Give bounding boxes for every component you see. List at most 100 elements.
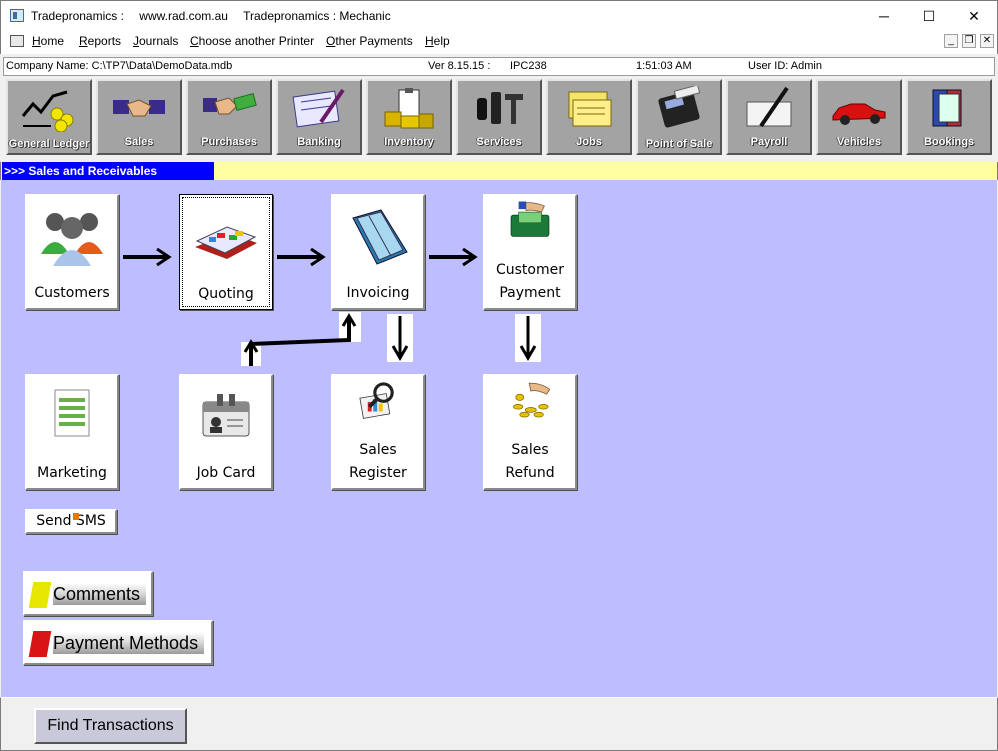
spreadsheet-icon bbox=[54, 389, 90, 437]
handshake-icon bbox=[113, 99, 165, 117]
bookings-button[interactable]: Bookings bbox=[906, 79, 992, 155]
section-header: >>> Sales and Receivables bbox=[0, 162, 998, 180]
mdi-restore-button[interactable]: ❐ bbox=[962, 34, 976, 48]
vehicles-label: Vehicles bbox=[836, 136, 882, 148]
arrow-quoting-to-invoicing bbox=[277, 247, 326, 267]
workflow-panel: Customers Quoting Invoicing Customer Pay… bbox=[1, 180, 997, 697]
job-card-label: Job Card bbox=[196, 465, 256, 481]
card-terminal-icon bbox=[658, 86, 701, 128]
red-flag-icon bbox=[28, 631, 52, 657]
clock: 1:51:03 AM bbox=[636, 60, 692, 72]
menu-home[interactable]: Home bbox=[32, 34, 64, 48]
footer-bar: Find Transactions bbox=[0, 697, 998, 751]
cheque-pen-icon bbox=[292, 88, 345, 128]
sms-icon bbox=[73, 513, 79, 520]
section-title: >>> Sales and Receivables bbox=[2, 162, 214, 180]
services-button[interactable]: Services bbox=[456, 79, 542, 155]
general-ledger-button[interactable]: General Ledger bbox=[6, 79, 92, 155]
inventory-label: Inventory bbox=[384, 136, 434, 148]
sales-button[interactable]: Sales bbox=[96, 79, 182, 155]
machine-name: IPC238 bbox=[510, 60, 547, 72]
maximize-button[interactable]: ☐ bbox=[906, 1, 952, 31]
arrow-invoicing-to-payment bbox=[429, 247, 478, 267]
services-label: Services bbox=[476, 136, 522, 148]
banking-label: Banking bbox=[297, 136, 341, 148]
handshake-money-icon bbox=[203, 93, 257, 115]
ledger-chart-icon bbox=[21, 90, 74, 132]
open-book-icon bbox=[352, 209, 408, 265]
menu-help[interactable]: Help bbox=[425, 34, 450, 48]
magnifier-register-icon bbox=[359, 382, 394, 419]
general-ledger-label: General Ledger bbox=[8, 138, 90, 150]
books-icon bbox=[932, 89, 962, 127]
menu-other-payments[interactable]: Other Payments bbox=[326, 34, 413, 48]
send-sms-label: Send SMS bbox=[36, 513, 106, 529]
title-app: Tradepronamics : bbox=[31, 9, 124, 23]
find-transactions-button[interactable]: Find Transactions bbox=[34, 708, 187, 744]
quote-book-icon bbox=[195, 226, 257, 259]
inventory-button[interactable]: Inventory bbox=[366, 79, 452, 155]
title-module: Tradepronamics : Mechanic bbox=[243, 9, 391, 23]
jobs-button[interactable]: Jobs bbox=[546, 79, 632, 155]
title-url: www.rad.com.au bbox=[139, 9, 228, 23]
yellow-flag-icon bbox=[28, 582, 52, 608]
info-bar: Company Name: C:\TP7\Data\DemoData.mdb V… bbox=[3, 57, 995, 76]
invoicing-tile[interactable]: Invoicing bbox=[331, 194, 425, 310]
customer-payment-tile[interactable]: Customer Payment bbox=[483, 194, 577, 310]
customers-label: Customers bbox=[34, 285, 110, 301]
sales-register-label: Sales Register bbox=[349, 442, 407, 481]
vehicles-button[interactable]: Vehicles bbox=[816, 79, 902, 155]
close-button[interactable]: ✕ bbox=[951, 1, 997, 31]
red-car-icon bbox=[832, 103, 886, 125]
payroll-label: Payroll bbox=[750, 136, 788, 148]
comments-button[interactable]: Comments bbox=[23, 571, 153, 616]
point-of-sale-button[interactable]: Point of Sale bbox=[636, 79, 722, 155]
job-card-tile[interactable]: Job Card bbox=[179, 374, 273, 490]
id-card-icon bbox=[202, 394, 250, 437]
customers-tile[interactable]: Customers bbox=[25, 194, 119, 310]
comments-label: Comments bbox=[53, 583, 147, 605]
arrow-customers-to-quoting bbox=[123, 247, 172, 267]
bookings-label: Bookings bbox=[923, 136, 975, 148]
arrow-jobcard-to-invoicing bbox=[241, 312, 361, 366]
customer-payment-label: Customer Payment bbox=[495, 262, 564, 301]
arrow-payment-to-refund bbox=[515, 314, 541, 362]
sales-refund-tile[interactable]: Sales Refund bbox=[483, 374, 577, 490]
purchases-button[interactable]: Purchases bbox=[186, 79, 272, 155]
clipboard-boxes-icon bbox=[384, 88, 434, 129]
version: Ver 8.15.15 : bbox=[428, 60, 491, 72]
module-toolbar: General Ledger Sales Purchases Banking I… bbox=[3, 77, 995, 157]
mdi-close-button[interactable]: ✕ bbox=[980, 34, 994, 48]
minimize-button[interactable]: ─ bbox=[861, 1, 907, 31]
menu-bar: Home Reports Journals Choose another Pri… bbox=[0, 30, 998, 54]
app-icon[interactable] bbox=[10, 9, 24, 22]
cards-icon bbox=[568, 91, 612, 127]
payroll-button[interactable]: Payroll bbox=[726, 79, 812, 155]
point-of-sale-label: Point of Sale bbox=[645, 138, 713, 150]
quoting-tile[interactable]: Quoting bbox=[179, 194, 273, 310]
title-bar: Tradepronamics : www.rad.com.au Tradepro… bbox=[0, 0, 998, 30]
marketing-tile[interactable]: Marketing bbox=[25, 374, 119, 490]
sales-register-tile[interactable]: Sales Register bbox=[331, 374, 425, 490]
document-icon[interactable] bbox=[10, 35, 24, 47]
company-name: Company Name: C:\TP7\Data\DemoData.mdb bbox=[6, 60, 233, 72]
menu-reports[interactable]: Reports bbox=[79, 34, 121, 48]
window-title: Tradepronamics : www.rad.com.au Tradepro… bbox=[31, 9, 403, 23]
mdi-minimize-button[interactable]: _ bbox=[944, 34, 958, 48]
menu-choose-printer[interactable]: Choose another Printer bbox=[190, 34, 314, 48]
payment-methods-label: Payment Methods bbox=[53, 632, 205, 654]
send-sms-button[interactable]: Send SMS bbox=[25, 509, 117, 534]
sales-refund-label: Sales Refund bbox=[505, 442, 555, 481]
pen-cheque-icon bbox=[746, 86, 792, 128]
banking-button[interactable]: Banking bbox=[276, 79, 362, 155]
coins-hand-icon bbox=[513, 382, 551, 418]
jobs-label: Jobs bbox=[576, 136, 602, 148]
marketing-label: Marketing bbox=[37, 465, 107, 481]
payment-methods-button[interactable]: Payment Methods bbox=[23, 620, 213, 665]
invoicing-label: Invoicing bbox=[346, 285, 410, 301]
people-icon bbox=[41, 213, 103, 266]
arrow-invoicing-to-register bbox=[387, 314, 413, 362]
wallet-money-icon bbox=[510, 201, 550, 237]
user-id: User ID: Admin bbox=[748, 60, 822, 72]
menu-journals[interactable]: Journals bbox=[133, 34, 178, 48]
